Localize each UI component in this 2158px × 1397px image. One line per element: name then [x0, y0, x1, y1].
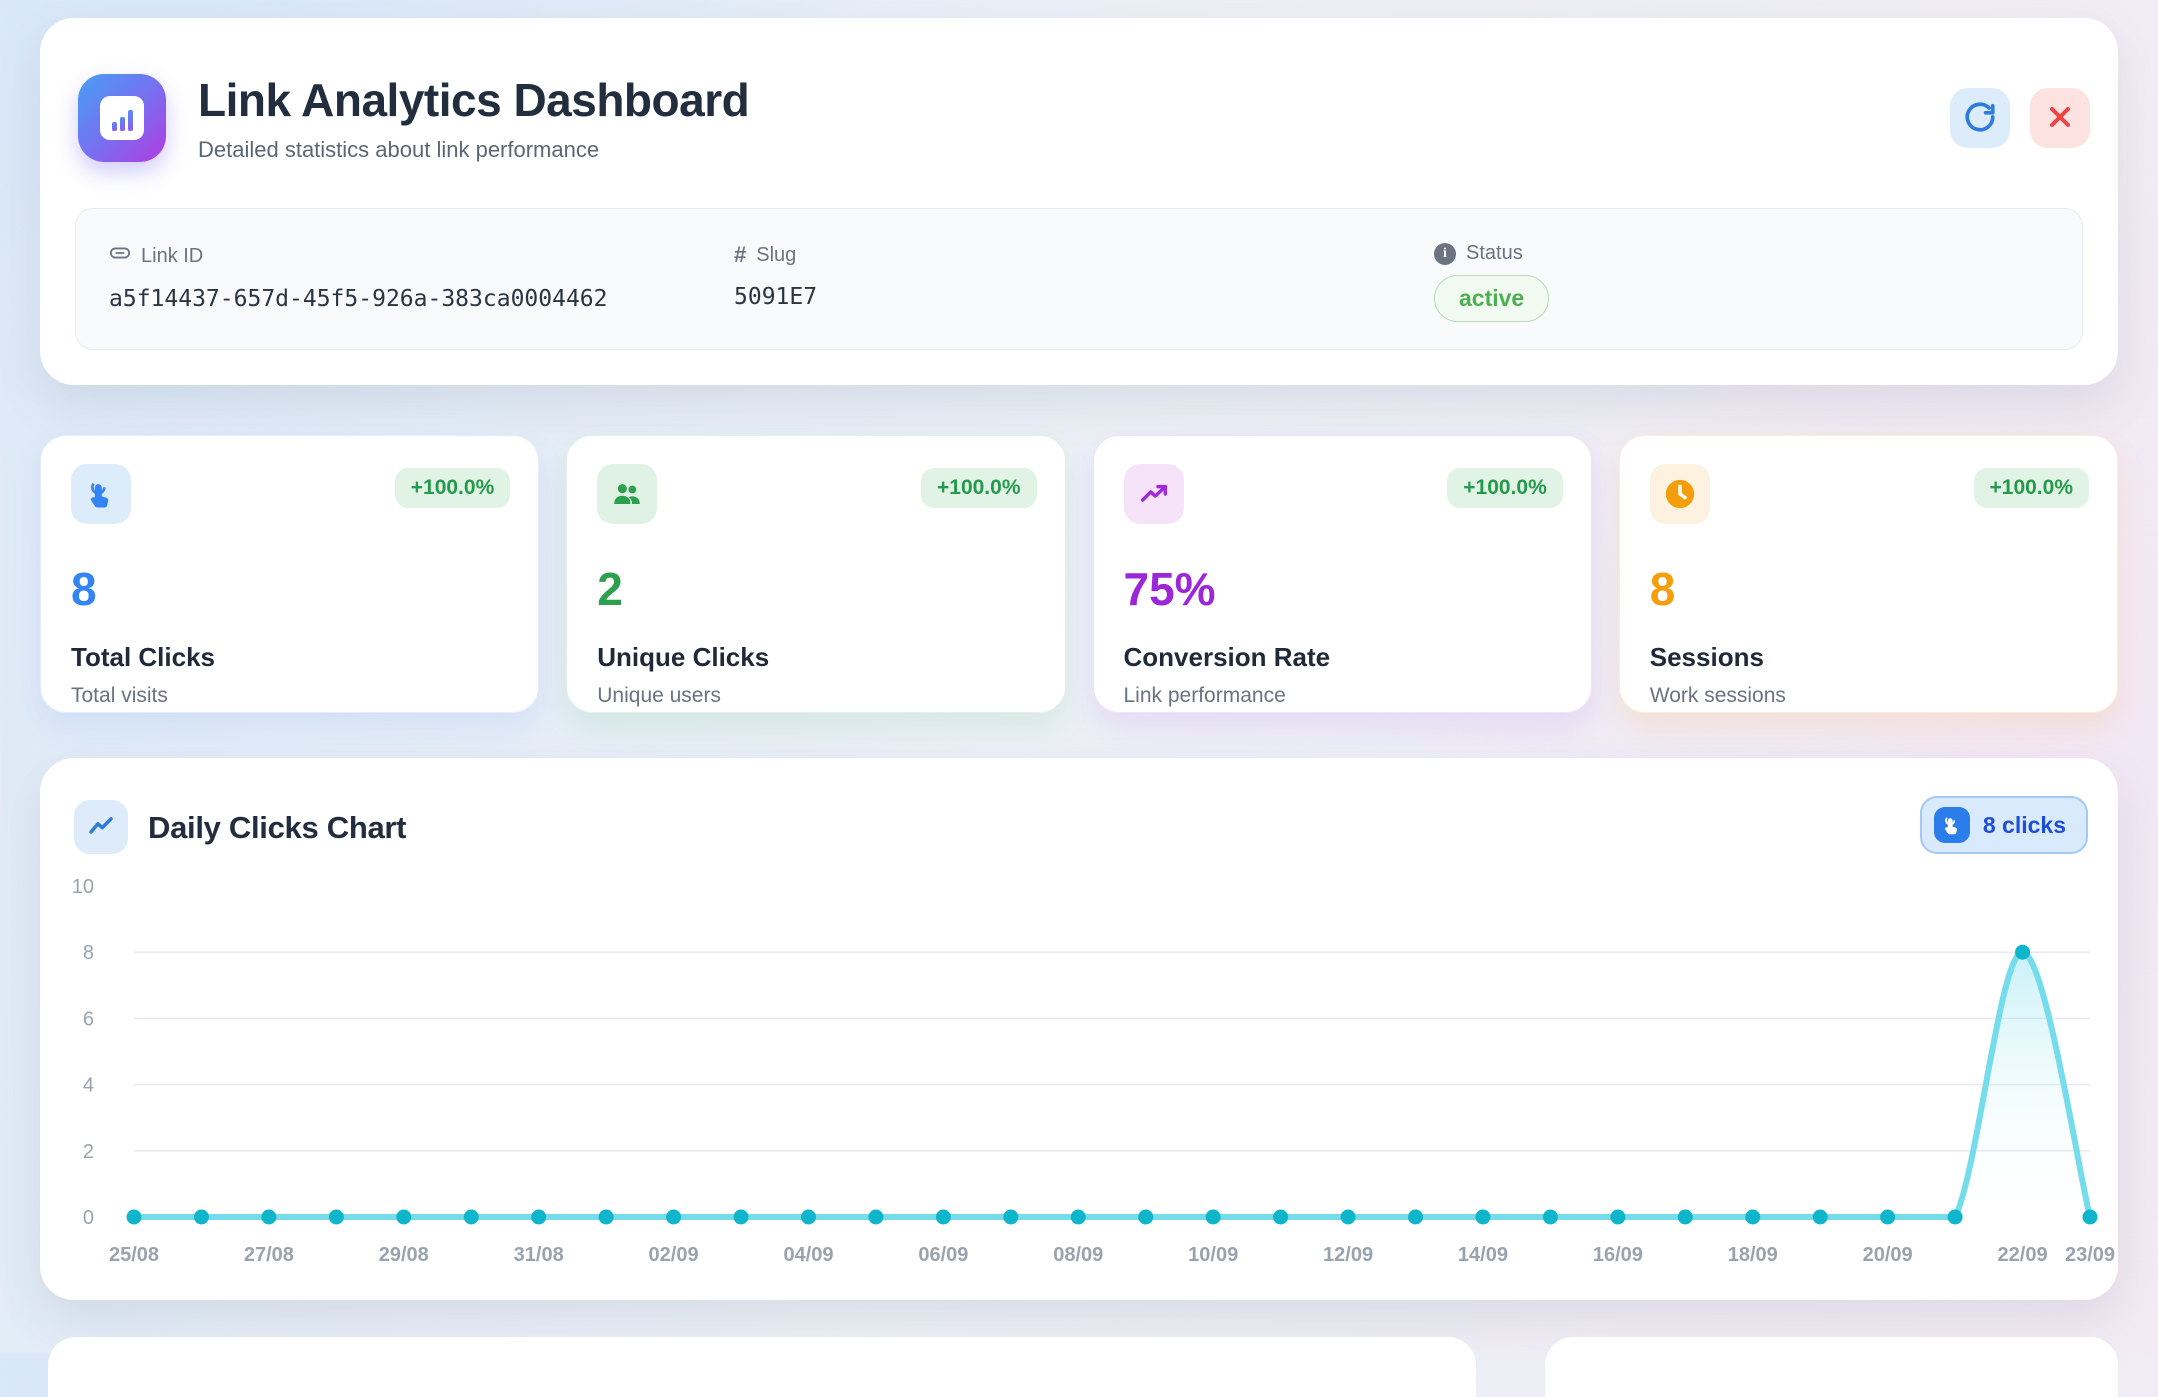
refresh-icon — [1963, 100, 1997, 137]
users-icon — [597, 464, 657, 524]
status-badge: active — [1434, 275, 1549, 322]
svg-text:06/09: 06/09 — [918, 1244, 968, 1266]
svg-text:16/09: 16/09 — [1593, 1244, 1643, 1266]
clock-icon — [1650, 464, 1710, 524]
stat-subtitle: Total visits — [71, 684, 508, 708]
daily-clicks-line-chart: 0 2 4 6 8 10 25/08 27/08 29/08 31/08 02/09 04/09 06/… — [64, 864, 2104, 1276]
svg-text:25/08: 25/08 — [109, 1244, 159, 1266]
stat-card-total-clicks: +100.0% 8 Total Clicks Total visits — [40, 435, 539, 713]
svg-text:12/09: 12/09 — [1323, 1244, 1373, 1266]
close-icon — [2044, 101, 2076, 136]
line-chart-icon — [74, 800, 128, 854]
svg-text:0: 0 — [83, 1207, 94, 1229]
clicks-count-label: 8 clicks — [1983, 812, 2066, 839]
header-card: Link Analytics Dashboard Detailed statis… — [40, 18, 2118, 385]
info-icon: i — [1434, 243, 1456, 265]
stat-value: 2 — [597, 562, 1034, 616]
svg-text:02/09: 02/09 — [649, 1244, 699, 1266]
change-badge: +100.0% — [1974, 468, 2090, 508]
svg-text:18/09: 18/09 — [1728, 1244, 1778, 1266]
svg-text:10/09: 10/09 — [1188, 1244, 1238, 1266]
svg-text:31/08: 31/08 — [514, 1244, 564, 1266]
slug-label: Slug — [756, 244, 796, 267]
partial-card-right — [1545, 1337, 2118, 1397]
svg-text:4: 4 — [83, 1075, 94, 1097]
refresh-button[interactable] — [1950, 88, 2010, 148]
close-button[interactable] — [2030, 88, 2090, 148]
header-actions — [1950, 88, 2090, 148]
header-text: Link Analytics Dashboard Detailed statis… — [198, 73, 749, 163]
change-badge: +100.0% — [395, 468, 511, 508]
svg-text:04/09: 04/09 — [783, 1244, 833, 1266]
partial-card-left — [48, 1337, 1476, 1397]
link-icon — [109, 242, 131, 270]
link-id-field: Link ID a5f14437-657d-45f5-926a-383ca000… — [109, 242, 734, 349]
chart-title: Daily Clicks Chart — [148, 810, 406, 846]
page-subtitle: Detailed statistics about link performan… — [198, 137, 749, 163]
stat-value: 8 — [71, 562, 508, 616]
link-info-bar: Link ID a5f14437-657d-45f5-926a-383ca000… — [75, 208, 2083, 350]
slug-field: # Slug 5091E7 — [734, 242, 1434, 349]
bar-chart-icon — [78, 74, 166, 162]
svg-text:27/08: 27/08 — [244, 1244, 294, 1266]
page-title: Link Analytics Dashboard — [198, 73, 749, 127]
svg-text:29/08: 29/08 — [379, 1244, 429, 1266]
change-badge: +100.0% — [921, 468, 1037, 508]
stat-subtitle: Unique users — [597, 684, 1034, 708]
stat-title: Unique Clicks — [597, 642, 1034, 673]
trend-up-icon — [1124, 464, 1184, 524]
svg-text:23/09: 23/09 — [2065, 1244, 2115, 1266]
svg-text:6: 6 — [83, 1008, 94, 1030]
link-id-label: Link ID — [141, 245, 203, 268]
daily-clicks-chart-card: Daily Clicks Chart 8 clicks 0 2 4 6 8 10 25/08… — [40, 758, 2118, 1300]
change-badge: +100.0% — [1447, 468, 1563, 508]
stat-card-unique-clicks: +100.0% 2 Unique Clicks Unique users — [566, 435, 1065, 713]
svg-text:10: 10 — [72, 876, 94, 898]
stats-row: +100.0% 8 Total Clicks Total visits +100… — [40, 435, 2118, 713]
stat-value: 75% — [1124, 562, 1561, 616]
svg-text:8: 8 — [83, 942, 94, 964]
status-label: Status — [1466, 242, 1523, 265]
stat-value: 8 — [1650, 562, 2087, 616]
stat-title: Sessions — [1650, 642, 2087, 673]
svg-text:14/09: 14/09 — [1458, 1244, 1508, 1266]
stat-subtitle: Link performance — [1124, 684, 1561, 708]
status-field: i Status active — [1434, 242, 2082, 349]
tap-click-icon — [71, 464, 131, 524]
stat-title: Conversion Rate — [1124, 642, 1561, 673]
svg-text:20/09: 20/09 — [1863, 1244, 1913, 1266]
svg-text:22/09: 22/09 — [1998, 1244, 2048, 1266]
stat-title: Total Clicks — [71, 642, 508, 673]
stat-card-sessions: +100.0% 8 Sessions Work sessions — [1619, 435, 2118, 713]
bar-chart-icon-inner — [100, 96, 144, 140]
svg-text:2: 2 — [83, 1141, 94, 1163]
hash-icon: # — [734, 242, 746, 268]
stat-card-conversion-rate: +100.0% 75% Conversion Rate Link perform… — [1093, 435, 1592, 713]
link-id-value: a5f14437-657d-45f5-926a-383ca0004462 — [109, 286, 734, 312]
slug-value: 5091E7 — [734, 284, 1434, 310]
clicks-count-badge[interactable]: 8 clicks — [1920, 796, 2088, 854]
tap-click-icon — [1934, 807, 1970, 843]
svg-text:08/09: 08/09 — [1053, 1244, 1103, 1266]
stat-subtitle: Work sessions — [1650, 684, 2087, 708]
header-top: Link Analytics Dashboard Detailed statis… — [78, 73, 749, 163]
